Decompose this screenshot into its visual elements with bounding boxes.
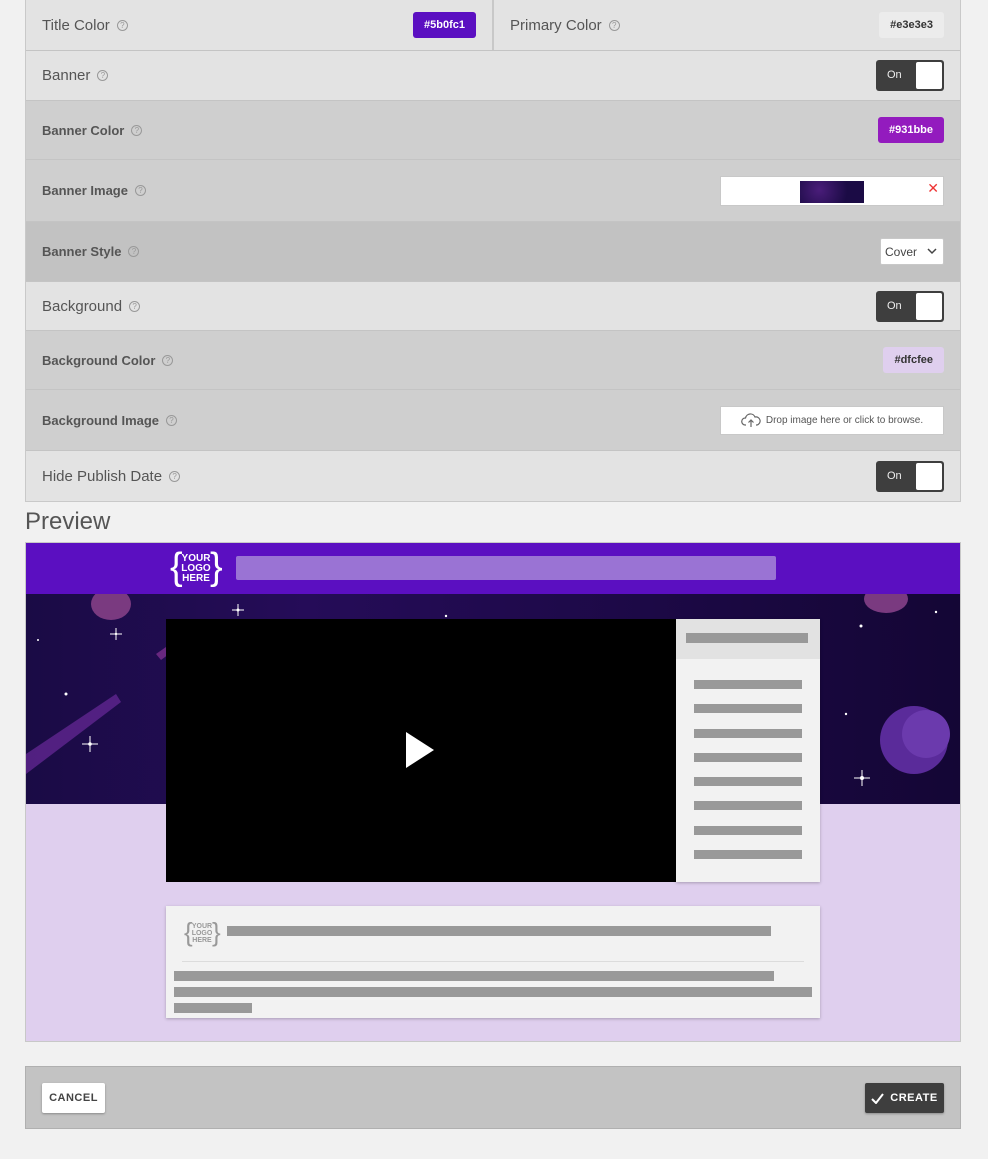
background-label: Background xyxy=(42,297,123,315)
dropzone-text: Drop image here or click to browse. xyxy=(765,414,924,426)
create-button-label: CREATE xyxy=(890,1092,938,1104)
close-icon[interactable]: ✕ xyxy=(927,181,939,195)
help-icon[interactable]: ? xyxy=(129,300,141,312)
placeholder-bar xyxy=(694,801,802,810)
help-icon[interactable]: ? xyxy=(134,185,146,196)
color-row: Title Color ? #5b0fc1 Primary Color ? #e… xyxy=(26,0,960,51)
banner-style-value: Cover xyxy=(885,244,918,259)
help-icon[interactable]: ? xyxy=(131,124,143,136)
banner-color-setting: Banner Color ? #931bbe xyxy=(26,101,960,160)
banner-image-thumbnail xyxy=(800,180,864,203)
banner-image-field[interactable]: ✕ xyxy=(720,175,944,206)
placeholder-bar xyxy=(694,729,802,738)
video-player[interactable] xyxy=(166,619,676,882)
placeholder-bar xyxy=(694,850,802,859)
preview-heading: Preview xyxy=(25,508,111,535)
title-placeholder-bar xyxy=(236,556,776,580)
cancel-button[interactable]: CANCEL xyxy=(42,1083,105,1113)
banner-toggle[interactable]: On xyxy=(876,60,944,91)
banner-image-setting: Banner Image ? ✕ xyxy=(26,160,960,222)
placeholder-bar xyxy=(174,971,774,981)
title-color-swatch[interactable]: #5b0fc1 xyxy=(413,12,476,38)
help-icon[interactable]: ? xyxy=(169,470,181,482)
banner-setting: Banner ? On xyxy=(26,51,960,101)
background-setting: Background ? On xyxy=(26,282,960,331)
toggle-state-label: On xyxy=(887,469,902,482)
play-icon[interactable] xyxy=(406,732,434,768)
banner-label: Banner xyxy=(42,67,91,84)
background-color-label: Background Color xyxy=(42,352,156,368)
title-color-setting: Title Color ? #5b0fc1 xyxy=(26,0,492,50)
primary-color-swatch[interactable]: #e3e3e3 xyxy=(879,12,944,38)
help-icon[interactable]: ? xyxy=(162,354,174,366)
form-footer: CANCEL CREATE xyxy=(25,1066,961,1129)
placeholder-bar xyxy=(174,987,812,997)
toggle-knob xyxy=(916,292,942,320)
background-image-setting: Background Image ? Drop image here or cl… xyxy=(26,390,960,451)
placeholder-bar xyxy=(694,826,802,835)
primary-color-label: Primary Color xyxy=(510,16,602,34)
help-icon[interactable]: ? xyxy=(608,19,620,31)
placeholder-bar xyxy=(694,753,802,762)
banner-color-swatch[interactable]: #931bbe xyxy=(877,117,944,143)
background-color-setting: Background Color ? #dfcfee xyxy=(26,331,960,390)
divider xyxy=(182,961,804,962)
hide-publish-date-setting: Hide Publish Date ? On xyxy=(26,451,960,501)
description-card-placeholder: { YOUR LOGO HERE } xyxy=(166,906,820,1018)
banner-style-setting: Banner Style ? Cover xyxy=(26,222,960,282)
help-icon[interactable]: ? xyxy=(128,246,140,257)
toggle-state-label: On xyxy=(887,299,902,312)
placeholder-bar xyxy=(227,926,771,936)
hide-publish-date-label: Hide Publish Date xyxy=(42,467,163,485)
banner-color-label: Banner Color xyxy=(42,122,125,138)
placeholder-bar xyxy=(694,777,802,786)
title-color-label: Title Color xyxy=(42,16,110,34)
create-button[interactable]: CREATE xyxy=(865,1083,944,1113)
placeholder-bar xyxy=(686,633,808,643)
banner-style-label: Banner Style xyxy=(42,244,122,259)
placeholder-bar xyxy=(174,1003,252,1013)
toggle-knob xyxy=(916,62,942,89)
toggle-state-label: On xyxy=(887,69,902,81)
banner-image-label: Banner Image xyxy=(42,183,128,198)
preview-pane: { YOUR LOGO HERE } {YOUR LOGO HERE} xyxy=(25,542,961,1042)
background-image-dropzone[interactable]: Drop image here or click to browse. xyxy=(720,405,944,435)
settings-panel: Title Color ? #5b0fc1 Primary Color ? #e… xyxy=(25,0,961,502)
background-image-label: Background Image xyxy=(42,412,160,428)
help-icon[interactable]: ? xyxy=(116,19,128,31)
background-toggle[interactable]: On xyxy=(876,290,944,322)
background-color-swatch[interactable]: #dfcfee xyxy=(883,347,944,373)
cloud-upload-icon xyxy=(740,413,761,427)
toggle-knob xyxy=(916,462,942,490)
preview-title-bar: { YOUR LOGO HERE } xyxy=(26,543,960,594)
help-icon[interactable]: ? xyxy=(166,414,178,426)
help-icon[interactable]: ? xyxy=(97,70,109,81)
banner-style-select[interactable]: Cover xyxy=(880,238,944,265)
hide-publish-date-toggle[interactable]: On xyxy=(876,460,944,492)
check-icon xyxy=(871,1092,885,1104)
primary-color-setting: Primary Color ? #e3e3e3 xyxy=(492,0,960,50)
video-sidebar-placeholder xyxy=(676,619,820,882)
placeholder-bar xyxy=(694,704,802,713)
chevron-down-icon xyxy=(927,248,937,255)
placeholder-bar xyxy=(694,680,802,689)
